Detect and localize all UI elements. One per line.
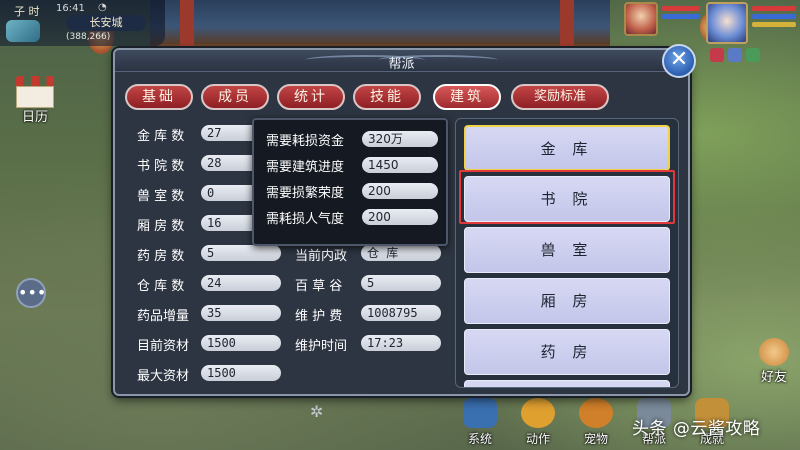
guild-dialog: 帮派 基础 成员 统计 技能 建筑 奖励标准 金 库 数 27 书 院 数 28… (113, 48, 690, 396)
tab-buildings[interactable]: 建筑 (433, 84, 501, 110)
hud-status-panel: 子 时 16:41 ◔ 长安城 (388,266) (0, 0, 165, 46)
pet-hp-bar (662, 6, 700, 11)
watermark: 头条 @云酱攻略 (632, 419, 761, 439)
tooltip-row-funds: 需要耗损资金 320万 (266, 130, 442, 149)
dialog-title: 帮派 (388, 57, 415, 72)
stat-value: 5 (201, 245, 281, 261)
stat-value: 35 (201, 305, 281, 321)
pet-button[interactable]: 宠物 (572, 398, 620, 450)
system-label: 系统 (467, 432, 492, 446)
tab-skills[interactable]: 技能 (353, 84, 421, 110)
action-button[interactable]: 动作 (514, 398, 562, 450)
system-button[interactable]: 系统 (456, 398, 504, 450)
tooltip-row-progress: 需要建筑进度 1450 (266, 156, 442, 175)
tab-members[interactable]: 成员 (201, 84, 269, 110)
monitor-icon (463, 398, 497, 428)
player-avatar[interactable] (706, 2, 748, 44)
stat-value: 仓 库 (361, 245, 441, 261)
gear-icon[interactable]: ✲ (310, 402, 323, 421)
building-next-partial[interactable] (464, 380, 670, 387)
calendar-icon (16, 76, 54, 86)
smile-icon (521, 398, 555, 428)
stat-value: 17:23 (361, 335, 441, 351)
minimap-icon[interactable] (6, 20, 40, 42)
stat-medicine-increment: 药品增量 35 (137, 304, 287, 324)
player-hp-bar (752, 6, 796, 11)
player-coordinates: (388,266) (66, 32, 111, 42)
clock-label: 16:41 (56, 3, 85, 14)
game-hour-label: 子 时 (14, 5, 40, 18)
tooltip-row-prosperity: 需要损繁荣度 200 (266, 182, 442, 201)
stat-current-materials: 目前资材 1500 (137, 334, 287, 354)
dialog-title-bar: 帮派 (115, 50, 688, 72)
tiger-icon (579, 398, 613, 428)
tab-reward-standard[interactable]: 奖励标准 (511, 84, 609, 110)
stat-value: 1500 (201, 365, 281, 381)
wifi-icon: ◔ (98, 2, 107, 13)
building-beast-room[interactable]: 兽 室 (464, 227, 670, 273)
tooltip-value: 200 (362, 209, 438, 225)
stat-maintenance-fee: 维 护 费 1008795 (295, 304, 445, 324)
stat-value: 1008795 (361, 305, 441, 321)
stat-warehouse-count: 仓 库 数 24 (137, 274, 287, 294)
stat-max-materials: 最大资材 1500 (137, 364, 287, 384)
tooltip-value: 320万 (362, 131, 438, 147)
tab-basic[interactable]: 基础 (125, 84, 193, 110)
building-roof (150, 0, 610, 48)
action-label: 动作 (525, 432, 550, 446)
red-pillar (180, 0, 194, 48)
tooltip-value: 200 (362, 183, 438, 199)
tooltip-row-popularity: 需耗损人气度 200 (266, 208, 442, 227)
pet-avatar[interactable] (624, 2, 658, 36)
stat-maintenance-time: 维护时间 17:23 (295, 334, 445, 354)
building-list[interactable]: 金 库 书 院 兽 室 厢 房 药 房 (455, 118, 679, 388)
stat-pharmacy-count: 药 房 数 5 (137, 244, 287, 264)
city-name[interactable]: 长安城 (66, 15, 146, 31)
building-treasury[interactable]: 金 库 (464, 125, 670, 171)
pet-mp-bar (662, 14, 700, 19)
chat-button[interactable]: ••• (16, 278, 46, 308)
friends-button[interactable]: 好友 (752, 338, 796, 388)
player-mp-bar (752, 14, 796, 19)
heart-buff-icon[interactable] (710, 48, 724, 62)
red-pillar (560, 0, 574, 48)
shield-buff-icon[interactable] (728, 48, 742, 62)
tab-statistics[interactable]: 统计 (277, 84, 345, 110)
friends-label: 好友 (760, 370, 787, 385)
potion-buff-icon[interactable] (746, 48, 760, 62)
calendar-button[interactable]: 日历 (16, 76, 54, 125)
handshake-icon (759, 338, 789, 366)
stat-herb-valley: 百 草 谷 5 (295, 274, 445, 294)
tooltip-value: 1450 (362, 157, 438, 173)
stat-value: 24 (201, 275, 281, 291)
player-exp-bar (752, 22, 796, 27)
close-button[interactable]: ✕ (662, 44, 696, 78)
pet-label: 宠物 (583, 432, 608, 446)
stat-value: 5 (361, 275, 441, 291)
calendar-label: 日历 (21, 110, 48, 125)
building-wing-room[interactable]: 厢 房 (464, 278, 670, 324)
building-academy[interactable]: 书 院 (464, 176, 670, 222)
stat-value: 1500 (201, 335, 281, 351)
building-pharmacy[interactable]: 药 房 (464, 329, 670, 375)
building-cost-tooltip: 需要耗损资金 320万 需要建筑进度 1450 需要损繁荣度 200 需耗损人气… (252, 118, 448, 246)
stat-current-affairs: 当前内政 仓 库 (295, 244, 445, 264)
